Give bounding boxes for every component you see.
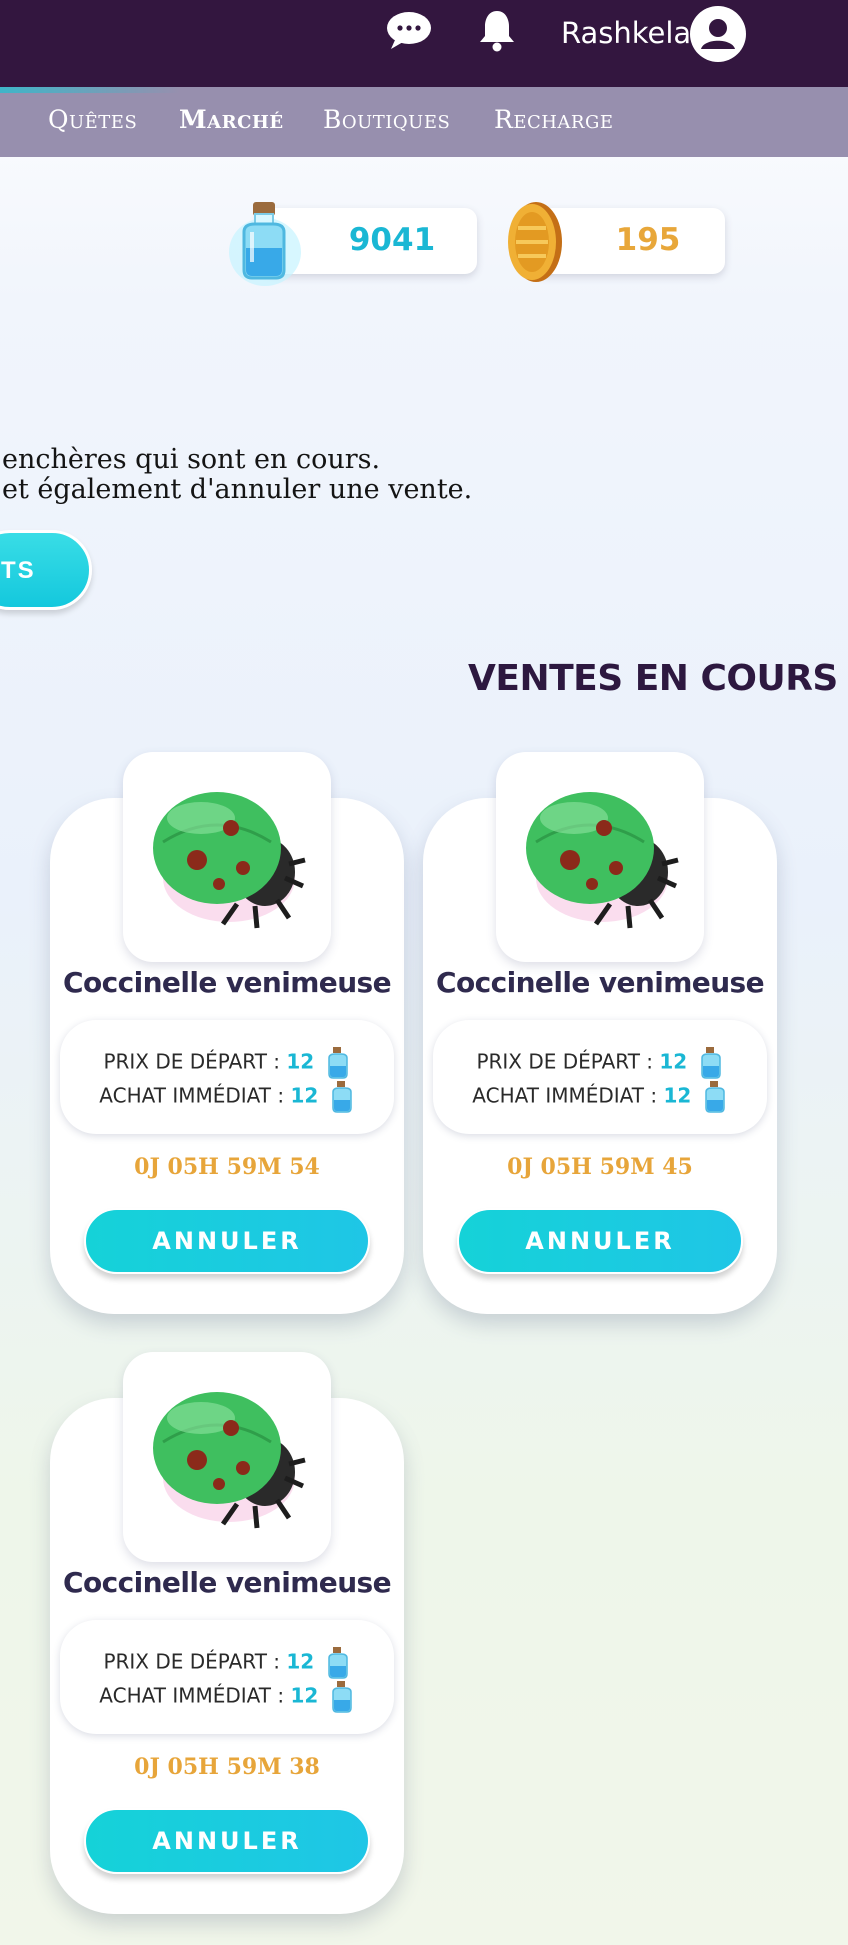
buy-price-value: 12 <box>290 1083 319 1108</box>
listings-button-label: TS <box>1 557 36 584</box>
cancel-button[interactable]: ANNULER <box>84 1208 370 1274</box>
listings-button[interactable]: TS <box>0 530 92 610</box>
price-box: PRIX DE DÉPART : 12 ACHAT IMMÉDIAT : 12 <box>60 1020 394 1134</box>
buy-price-label: ACHAT IMMÉDIAT : <box>472 1083 658 1108</box>
buy-price-label: ACHAT IMMÉDIAT : <box>99 1083 285 1108</box>
start-price-value: 12 <box>659 1049 688 1074</box>
coin-balance-value: 195 <box>615 222 681 258</box>
item-name: Coccinelle venimeuse <box>63 1566 392 1599</box>
cancel-button[interactable]: ANNULER <box>84 1808 370 1874</box>
ladybug-icon <box>526 792 679 929</box>
buy-price-row: ACHAT IMMÉDIAT : 12 <box>60 1080 394 1114</box>
start-price-row: PRIX DE DÉPART : 12 <box>433 1046 767 1080</box>
buy-price-row: ACHAT IMMÉDIAT : 12 <box>60 1680 394 1714</box>
potion-small-icon <box>331 1681 352 1713</box>
start-price-row: PRIX DE DÉPART : 12 <box>60 1646 394 1680</box>
potion-small-icon <box>327 1047 348 1079</box>
time-remaining: 0J 05H 59M 54 <box>134 1154 320 1180</box>
start-price-value: 12 <box>286 1649 315 1674</box>
item-name: Coccinelle venimeuse <box>63 966 392 999</box>
potion-icon <box>229 202 301 286</box>
top-bar: Rashkela <box>0 0 848 87</box>
price-box: PRIX DE DÉPART : 12 ACHAT IMMÉDIAT : 12 <box>60 1620 394 1734</box>
listing-card: Coccinelle venimeuse PRIX DE DÉPART : 12… <box>423 752 777 1314</box>
username[interactable]: Rashkela <box>561 16 691 50</box>
section-title: VENTES EN COURS <box>468 658 838 699</box>
item-name: Coccinelle venimeuse <box>436 966 765 999</box>
price-box: PRIX DE DÉPART : 12 ACHAT IMMÉDIAT : 12 <box>433 1020 767 1134</box>
main-nav: : Quêtes Marché Boutiques Recharge <box>0 87 848 157</box>
ladybug-icon <box>153 1392 306 1529</box>
start-price-label: PRIX DE DÉPART : <box>476 1049 653 1074</box>
potion-small-icon <box>704 1081 725 1113</box>
nav-item-quetes[interactable]: Quêtes <box>48 105 137 134</box>
nav-item-recharge[interactable]: Recharge <box>494 105 614 134</box>
start-price-label: PRIX DE DÉPART : <box>103 1649 280 1674</box>
potion-balance-value: 9041 <box>348 222 436 258</box>
item-image-box <box>123 1352 331 1562</box>
potion-small-icon <box>331 1081 352 1113</box>
avatar-icon[interactable] <box>688 4 748 64</box>
chat-icon[interactable] <box>385 10 433 50</box>
listing-card: Coccinelle venimeuse PRIX DE DÉPART : 12… <box>50 1352 404 1914</box>
buy-price-label: ACHAT IMMÉDIAT : <box>99 1683 285 1708</box>
time-remaining: 0J 05H 59M 38 <box>134 1754 320 1780</box>
nav-item-marche[interactable]: Marché <box>179 105 284 134</box>
start-price-row: PRIX DE DÉPART : 12 <box>60 1046 394 1080</box>
item-image-box <box>123 752 331 962</box>
buy-price-value: 12 <box>290 1683 319 1708</box>
potion-small-icon <box>700 1047 721 1079</box>
description-line-2: et également d'annuler une vente. <box>2 474 473 505</box>
ladybug-icon <box>153 792 306 929</box>
start-price-label: PRIX DE DÉPART : <box>103 1049 280 1074</box>
nav-item-boutiques[interactable]: Boutiques <box>323 105 450 134</box>
description-line-1: enchères qui sont en cours. <box>2 444 381 475</box>
bell-icon[interactable] <box>476 8 518 54</box>
time-remaining: 0J 05H 59M 45 <box>507 1154 693 1180</box>
potion-small-icon <box>327 1647 348 1679</box>
nav-item-partial[interactable]: : <box>0 105 1 134</box>
listing-card: Coccinelle venimeuse PRIX DE DÉPART : 12… <box>50 752 404 1314</box>
buy-price-value: 12 <box>663 1083 692 1108</box>
buy-price-row: ACHAT IMMÉDIAT : 12 <box>433 1080 767 1114</box>
cancel-button[interactable]: ANNULER <box>457 1208 743 1274</box>
start-price-value: 12 <box>286 1049 315 1074</box>
nav-accent <box>0 87 180 93</box>
coin-icon <box>508 202 562 282</box>
item-image-box <box>496 752 704 962</box>
